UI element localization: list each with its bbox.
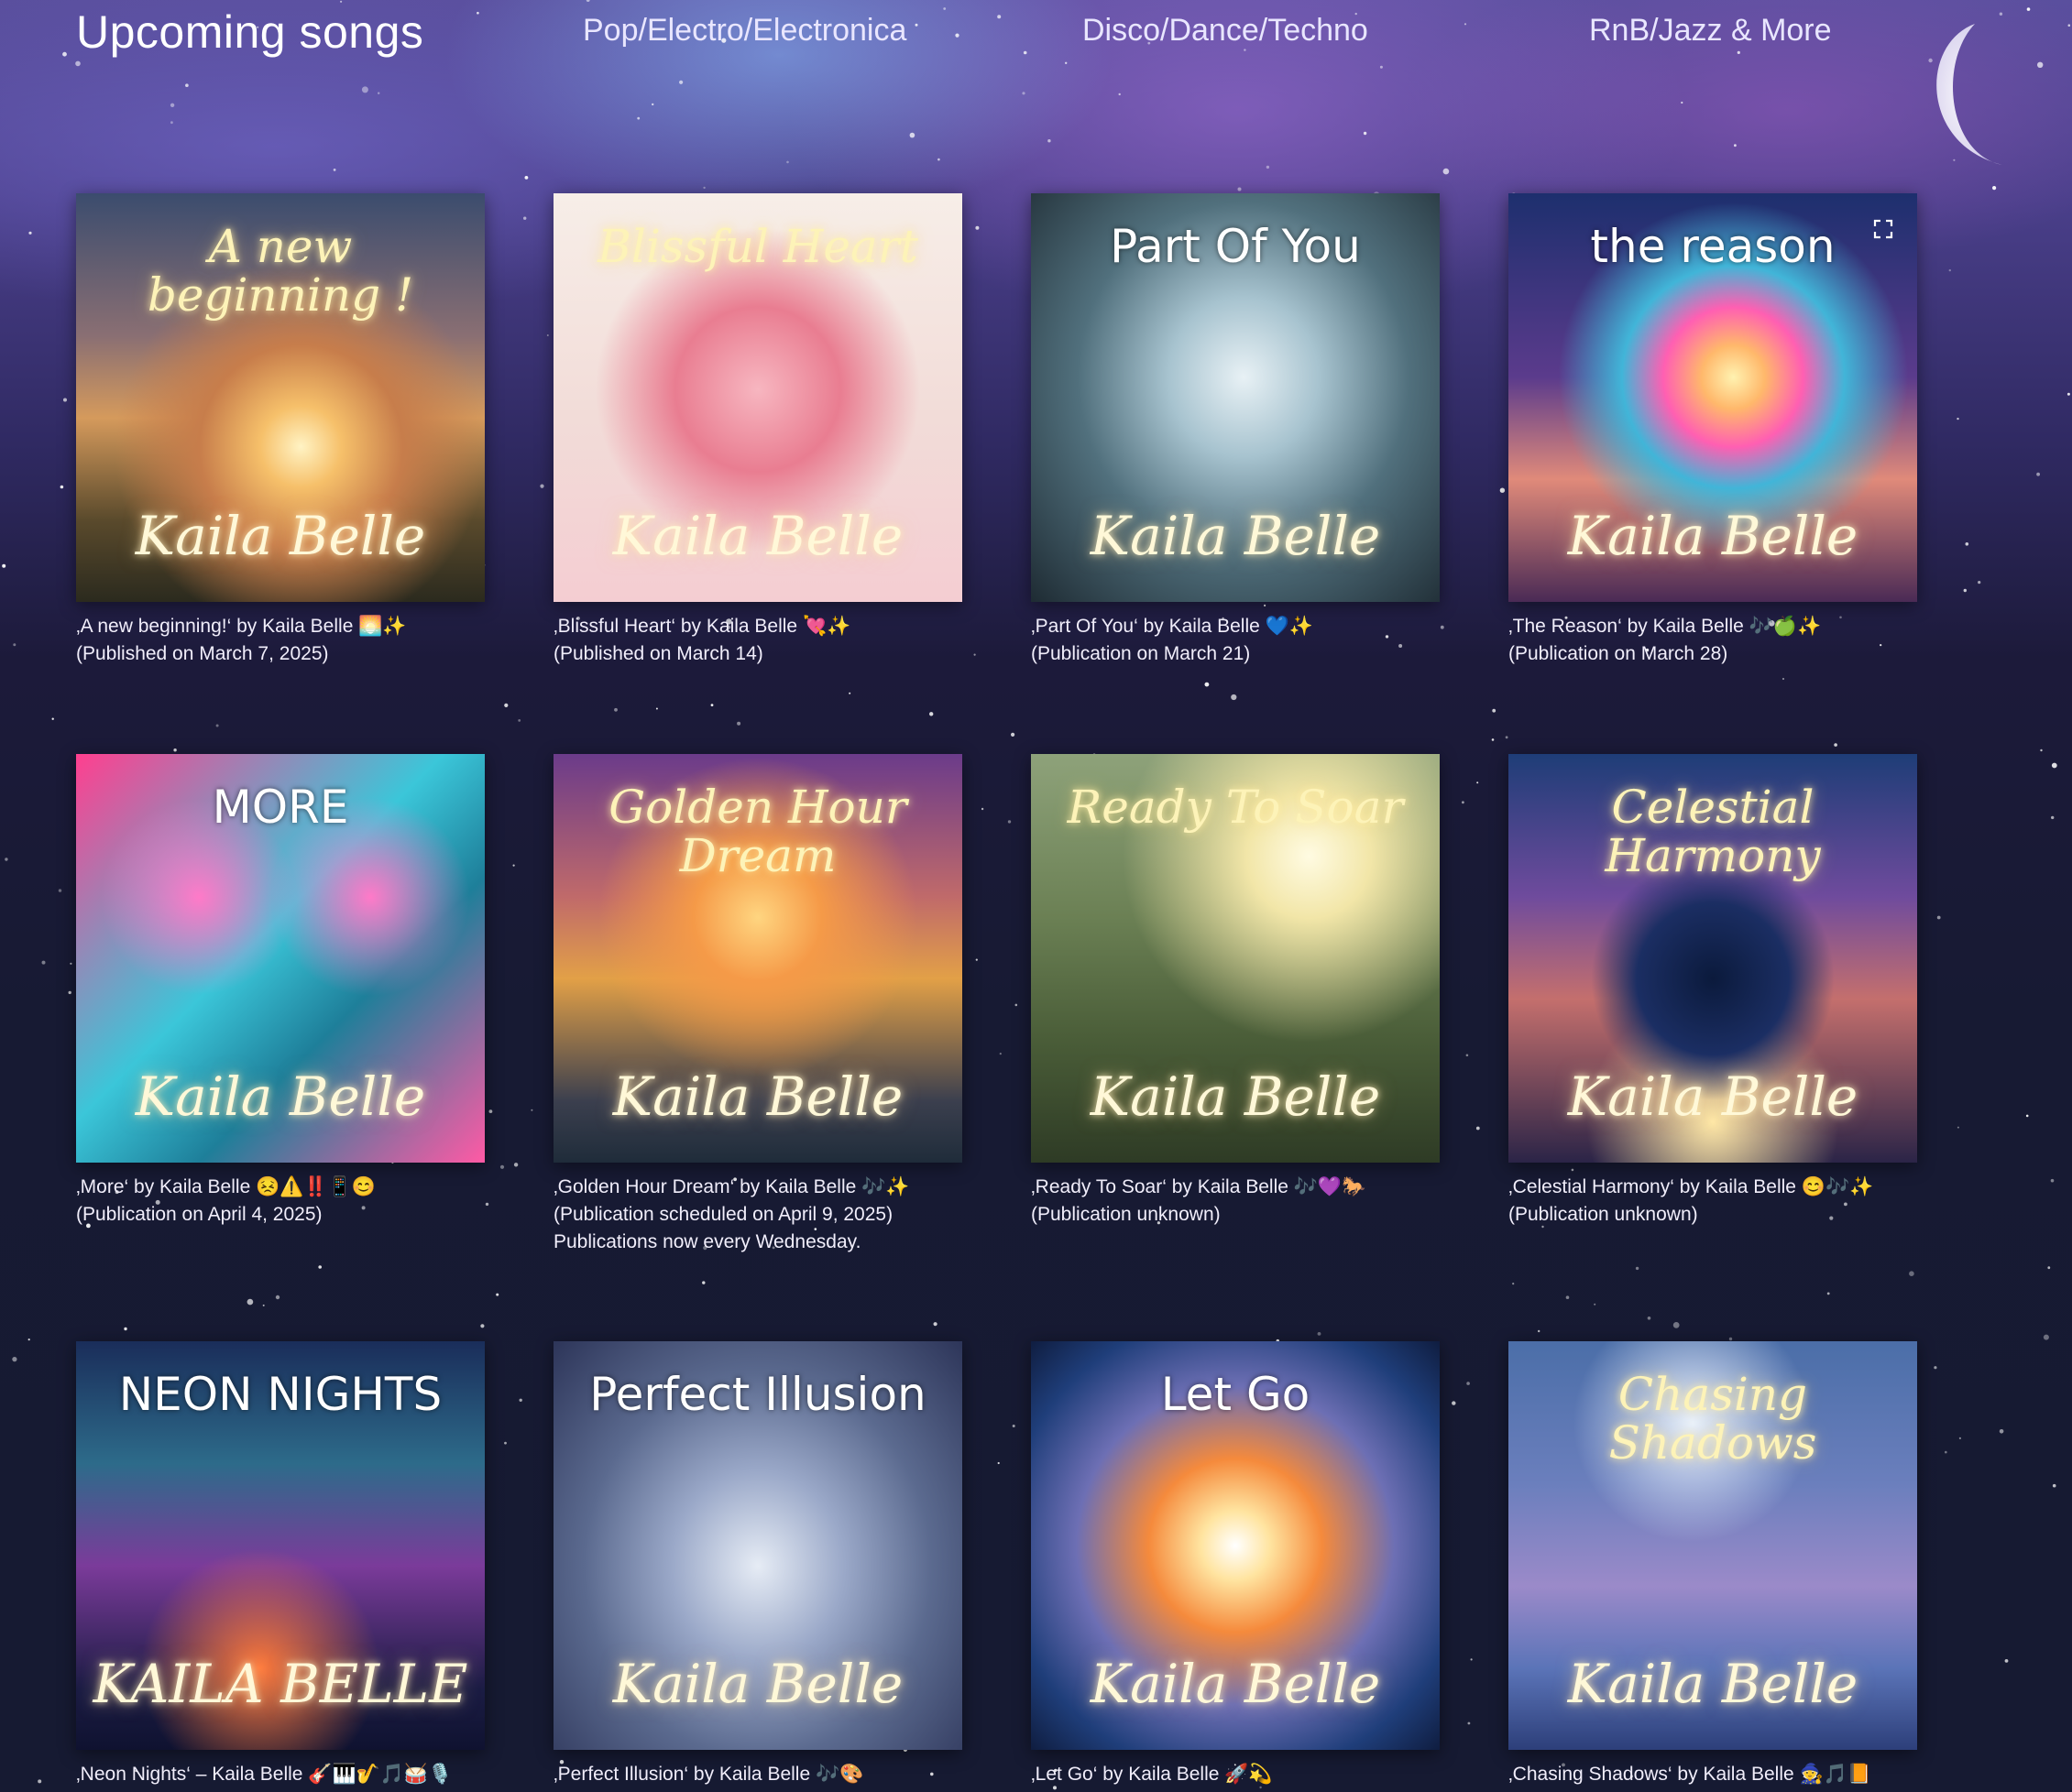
song-card: the reason Kaila Belle ‚The Reason‘ by Kai… xyxy=(1508,193,1917,668)
album-cover-image[interactable]: Celestial Harmony Kaila Belle xyxy=(1508,754,1917,1163)
album-cover-image[interactable]: MORE Kaila Belle xyxy=(76,754,485,1163)
caption-date: (Publication scheduled on April 9, 2025) xyxy=(554,1204,893,1225)
cover-artist: KAILA BELLE xyxy=(93,1653,468,1715)
crescent-moon-icon xyxy=(1936,24,2002,165)
song-caption: ‚Celestial Harmony‘ by Kaila Belle 😊🎶✨ (P… xyxy=(1508,1174,1917,1229)
cover-artist: Kaila Belle xyxy=(1090,505,1381,567)
top-navigation: Upcoming songs Pop/Electro/Electronica D… xyxy=(0,0,2072,73)
album-cover-image[interactable]: Part Of You Kaila Belle xyxy=(1031,193,1440,602)
album-cover-image[interactable]: Blissful Heart Kaila Belle xyxy=(554,193,962,602)
album-cover-image[interactable]: Let Go Kaila Belle xyxy=(1031,1341,1440,1750)
cover-artist: Kaila Belle xyxy=(1567,505,1858,567)
caption-title: ‚Celestial Harmony‘ by Kaila Belle 😊🎶✨ xyxy=(1508,1176,1874,1197)
cover-title: Ready To Soar xyxy=(1067,781,1404,834)
caption-title: ‚Neon Nights‘ – Kaila Belle 🎸🎹🎷🎵🥁🎙️ xyxy=(76,1764,453,1785)
song-caption: ‚A new beginning!‘ by Kaila Belle 🌅✨ (Pub… xyxy=(76,613,485,668)
album-cover-image[interactable]: Ready To Soar Kaila Belle xyxy=(1031,754,1440,1163)
song-caption: ‚More‘ by Kaila Belle 😣⚠️‼️📱😊 (Publicatio… xyxy=(76,1174,485,1229)
cover-title: A new beginning ! xyxy=(147,220,414,322)
caption-date: (Published on March 7, 2025) xyxy=(76,643,329,664)
album-cover-image[interactable]: A new beginning ! Kaila Belle xyxy=(76,193,485,602)
album-cover-image[interactable]: NEON NIGHTS KAILA BELLE xyxy=(76,1341,485,1750)
caption-note: Publications now every Wednesday. xyxy=(554,1231,861,1252)
caption-title: ‚A new beginning!‘ by Kaila Belle 🌅✨ xyxy=(76,616,407,637)
cover-artist: Kaila Belle xyxy=(135,1065,426,1128)
album-cover-image[interactable]: Golden Hour Dream Kaila Belle xyxy=(554,754,962,1163)
caption-title: ‚Blissful Heart‘ by Kaila Belle 💘✨ xyxy=(554,616,851,637)
song-caption: ‚Golden Hour Dream‘ by Kaila Belle 🎶✨ (Pu… xyxy=(554,1174,962,1256)
caption-title: ‚Perfect Illusion‘ by Kaila Belle 🎶🎨 xyxy=(554,1764,864,1785)
caption-title: ‚Ready To Soar‘ by Kaila Belle 🎶💜🐎 xyxy=(1031,1176,1366,1197)
expand-fullscreen-icon[interactable] xyxy=(1873,219,1893,239)
caption-date: (Published on March 14) xyxy=(554,643,763,664)
nav-link-disco-dance[interactable]: Disco/Dance/Techno xyxy=(1082,13,1368,49)
song-card: NEON NIGHTS KAILA BELLE ‚Neon Nights‘ – Ka… xyxy=(76,1341,485,1788)
song-caption: ‚Perfect Illusion‘ by Kaila Belle 🎶🎨 xyxy=(554,1761,962,1788)
song-caption: ‚Let Go‘ by Kaila Belle 🚀💫 xyxy=(1031,1761,1440,1788)
song-card: Celestial Harmony Kaila Belle ‚Celestial H… xyxy=(1508,754,1917,1229)
cover-artist: Kaila Belle xyxy=(612,1065,904,1128)
song-card: A new beginning ! Kaila Belle ‚A new begin… xyxy=(76,193,485,668)
cover-artist: Kaila Belle xyxy=(612,505,904,567)
song-caption: ‚Neon Nights‘ – Kaila Belle 🎸🎹🎷🎵🥁🎙️ xyxy=(76,1761,485,1788)
cover-title: Part Of You xyxy=(1110,220,1361,273)
cover-title: NEON NIGHTS xyxy=(118,1368,443,1421)
caption-title: ‚Golden Hour Dream‘ by Kaila Belle 🎶✨ xyxy=(554,1176,910,1197)
song-card: Ready To Soar Kaila Belle ‚Ready To Soar‘ … xyxy=(1031,754,1440,1229)
album-cover-image[interactable]: the reason Kaila Belle xyxy=(1508,193,1917,602)
nav-link-rnb-jazz[interactable]: RnB/Jazz & More xyxy=(1589,13,1832,49)
album-cover-image[interactable]: Perfect Illusion Kaila Belle xyxy=(554,1341,962,1750)
song-caption: ‚The Reason‘ by Kaila Belle 🎶🍏✨ (Publicat… xyxy=(1508,613,1917,668)
cover-title: MORE xyxy=(212,781,349,834)
cover-artist: Kaila Belle xyxy=(1567,1653,1858,1715)
cover-artist: Kaila Belle xyxy=(135,505,426,567)
caption-date: (Publication unknown) xyxy=(1031,1204,1221,1225)
song-card: Let Go Kaila Belle ‚Let Go‘ by Kaila Belle… xyxy=(1031,1341,1440,1788)
caption-title: ‚Let Go‘ by Kaila Belle 🚀💫 xyxy=(1031,1764,1273,1785)
cover-artist: Kaila Belle xyxy=(1567,1065,1858,1128)
caption-title: ‚More‘ by Kaila Belle 😣⚠️‼️📱😊 xyxy=(76,1176,376,1197)
cover-title: Golden Hour Dream xyxy=(608,781,907,882)
cover-title: Let Go xyxy=(1160,1368,1310,1421)
caption-date: (Publication unknown) xyxy=(1508,1204,1698,1225)
song-card: Chasing Shadows Kaila Belle ‚Chasing Shado… xyxy=(1508,1341,1917,1788)
song-card: MORE Kaila Belle ‚More‘ by Kaila Belle 😣⚠️… xyxy=(76,754,485,1229)
cover-artist: Kaila Belle xyxy=(1090,1065,1381,1128)
song-card: Blissful Heart Kaila Belle ‚Blissful Heart… xyxy=(554,193,962,668)
song-caption: ‚Chasing Shadows‘ by Kaila Belle 🧙🎵📙 xyxy=(1508,1761,1917,1788)
song-card: Perfect Illusion Kaila Belle ‚Perfect Illu… xyxy=(554,1341,962,1788)
caption-title: ‚Part Of You‘ by Kaila Belle 💙✨ xyxy=(1031,616,1313,637)
cover-artist: Kaila Belle xyxy=(1090,1653,1381,1715)
song-caption: ‚Part Of You‘ by Kaila Belle 💙✨ (Publicat… xyxy=(1031,613,1440,668)
cover-title: Chasing Shadows xyxy=(1608,1368,1817,1470)
song-card: Part Of You Kaila Belle ‚Part Of You‘ by K… xyxy=(1031,193,1440,668)
song-caption: ‚Ready To Soar‘ by Kaila Belle 🎶💜🐎 (Publi… xyxy=(1031,1174,1440,1229)
page-title: Upcoming songs xyxy=(76,6,424,58)
cover-title: Perfect Illusion xyxy=(589,1368,926,1421)
cover-title: Celestial Harmony xyxy=(1605,781,1821,882)
cover-title: the reason xyxy=(1590,220,1836,273)
caption-date: (Publication on March 28) xyxy=(1508,643,1728,664)
caption-title: ‚The Reason‘ by Kaila Belle 🎶🍏✨ xyxy=(1508,616,1822,637)
album-cover-image[interactable]: Chasing Shadows Kaila Belle xyxy=(1508,1341,1917,1750)
nav-link-pop-electro[interactable]: Pop/Electro/Electronica xyxy=(583,13,906,49)
cover-title: Blissful Heart xyxy=(597,220,918,273)
caption-date: (Publication on April 4, 2025) xyxy=(76,1204,323,1225)
caption-date: (Publication on March 21) xyxy=(1031,643,1251,664)
caption-title: ‚Chasing Shadows‘ by Kaila Belle 🧙🎵📙 xyxy=(1508,1764,1871,1785)
song-card: Golden Hour Dream Kaila Belle ‚Golden Hour… xyxy=(554,754,962,1256)
cover-artist: Kaila Belle xyxy=(612,1653,904,1715)
song-caption: ‚Blissful Heart‘ by Kaila Belle 💘✨ (Publi… xyxy=(554,613,962,668)
